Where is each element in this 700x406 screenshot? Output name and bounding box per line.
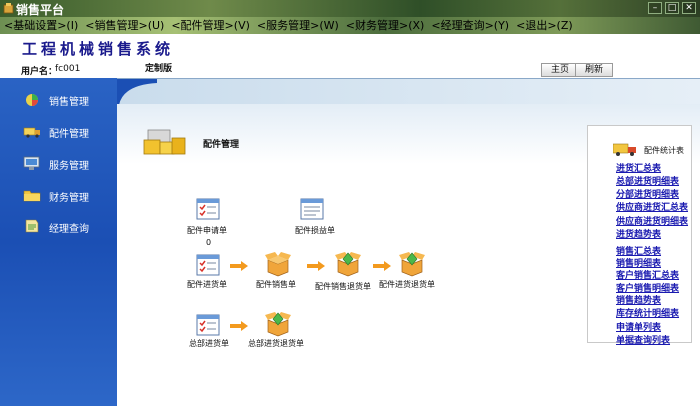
purchase-form-label[interactable]: 配件进货单 bbox=[187, 279, 227, 290]
window-title: 销售平台 bbox=[16, 3, 65, 17]
sidebar-item-manager-query[interactable]: 经理查询 bbox=[0, 214, 117, 240]
sales-form-label[interactable]: 配件销售单 bbox=[256, 279, 296, 290]
parts-boxes-icon bbox=[143, 129, 186, 155]
sidebar-item-label: 销售管理 bbox=[49, 97, 89, 108]
refresh-button[interactable]: 刷新 bbox=[575, 63, 613, 77]
window-controls: – □ ✕ bbox=[648, 2, 696, 14]
service-monitor-icon bbox=[23, 156, 40, 170]
link-supplier-purchase-detail[interactable]: 供应商进货明细表 bbox=[616, 214, 688, 227]
menu-sales[interactable]: <销售管理>(U) bbox=[81, 17, 167, 34]
user-name: fc001 bbox=[55, 64, 81, 74]
form-icon bbox=[196, 198, 220, 220]
link-supplier-purchase-summary[interactable]: 供应商进货汇总表 bbox=[616, 200, 688, 213]
damage-form-label[interactable]: 配件损益单 bbox=[295, 225, 335, 236]
section-title: 配件管理 bbox=[203, 140, 240, 150]
sidebar-item-label: 经理查询 bbox=[49, 224, 89, 235]
apply-form-count: 0 bbox=[206, 238, 212, 247]
app-icon bbox=[3, 3, 14, 14]
minimize-icon[interactable]: – bbox=[648, 2, 662, 14]
form-icon bbox=[196, 314, 220, 336]
app-header: 工程机械销售系统 用户名： fc001 定制版 主页 刷新 bbox=[0, 34, 700, 78]
link-hq-purchase-detail[interactable]: 总部进货明细表 bbox=[616, 174, 679, 187]
edition-label: 定制版 bbox=[145, 64, 173, 74]
arrow-right-icon bbox=[373, 261, 391, 271]
sidebar-item-label: 服务管理 bbox=[49, 161, 89, 172]
sidebar-item-sales[interactable]: 销售管理 bbox=[0, 87, 117, 113]
manager-query-icon bbox=[25, 219, 39, 233]
menu-bar: <基础设置>(I) <销售管理>(U) <配件管理>(V) <服务管理>(W) … bbox=[0, 17, 700, 34]
maximize-icon[interactable]: □ bbox=[665, 2, 679, 14]
form-icon bbox=[196, 254, 220, 276]
corner-curve bbox=[117, 79, 157, 105]
menu-exit[interactable]: <退出>(Z) bbox=[512, 17, 576, 34]
link-branch-purchase-detail[interactable]: 分部进货明细表 bbox=[616, 187, 679, 200]
apply-form-label[interactable]: 配件申请单 bbox=[187, 225, 227, 236]
hq-purchase-form-node[interactable] bbox=[196, 314, 220, 339]
link-sales-trend[interactable]: 销售趋势表 bbox=[616, 293, 661, 306]
purchase-form-node[interactable] bbox=[196, 254, 220, 279]
link-purchase-summary[interactable]: 进货汇总表 bbox=[616, 161, 661, 174]
truck-icon bbox=[613, 143, 636, 156]
sidebar-item-service[interactable]: 服务管理 bbox=[0, 151, 117, 177]
parts-stats-panel: 配件统计表 进货汇总表 总部进货明细表 分部进货明细表 供应商进货汇总表 供应商… bbox=[587, 125, 692, 346]
arrow-right-icon bbox=[230, 261, 248, 271]
main-panel: 配件管理 配件申请单 0 配件损益单 配件进货单 配件销售单 配件销售退货单 配… bbox=[117, 78, 700, 406]
home-button[interactable]: 主页 bbox=[541, 63, 579, 77]
main-top-band bbox=[117, 78, 700, 105]
return-box-icon[interactable] bbox=[335, 251, 361, 277]
sales-return-form-label[interactable]: 配件销售退货单 bbox=[315, 281, 371, 292]
menu-finance[interactable]: <财务管理>(X) bbox=[342, 17, 428, 34]
menu-parts[interactable]: <配件管理>(V) bbox=[167, 17, 253, 34]
apply-form-node[interactable] bbox=[196, 198, 220, 223]
link-customer-sales-summary[interactable]: 客户销售汇总表 bbox=[616, 268, 679, 281]
hq-purchase-return-form-label[interactable]: 总部进货退货单 bbox=[248, 338, 304, 349]
sidebar-item-label: 财务管理 bbox=[49, 193, 89, 204]
sidebar-item-label: 配件管理 bbox=[49, 129, 89, 140]
link-application-list[interactable]: 申请单列表 bbox=[616, 320, 661, 333]
parts-truck-icon bbox=[23, 127, 40, 138]
menu-basic-settings[interactable]: <基础设置>(I) bbox=[0, 17, 81, 34]
title-bar: 销售平台 – □ ✕ bbox=[0, 0, 700, 17]
sales-pie-icon bbox=[26, 94, 38, 106]
form-icon bbox=[300, 198, 324, 220]
close-icon[interactable]: ✕ bbox=[682, 2, 696, 14]
arrow-right-icon bbox=[230, 321, 248, 331]
hq-purchase-form-label[interactable]: 总部进货单 bbox=[189, 338, 229, 349]
open-box-icon[interactable] bbox=[265, 251, 291, 277]
return-box-icon[interactable] bbox=[265, 311, 291, 337]
arrow-right-icon bbox=[307, 261, 325, 271]
purchase-return-form-label[interactable]: 配件进货退货单 bbox=[379, 279, 435, 290]
stats-title: 配件统计表 bbox=[644, 146, 684, 155]
link-inventory-detail[interactable]: 库存统计明细表 bbox=[616, 306, 679, 319]
app-title: 工程机械销售系统 bbox=[22, 40, 175, 58]
damage-form-node[interactable] bbox=[300, 198, 324, 223]
sidebar-item-finance[interactable]: 财务管理 bbox=[0, 183, 117, 209]
menu-service[interactable]: <服务管理>(W) bbox=[253, 17, 342, 34]
link-document-query-list[interactable]: 单据查询列表 bbox=[616, 333, 670, 346]
user-label: 用户名： bbox=[21, 67, 58, 77]
sidebar: 销售管理 配件管理 服务管理 财务管理 经理查询 bbox=[0, 78, 117, 406]
return-box-icon[interactable] bbox=[399, 251, 425, 277]
finance-folder-icon bbox=[23, 190, 41, 202]
menu-manager-query[interactable]: <经理查询>(Y) bbox=[427, 17, 512, 34]
sidebar-item-parts[interactable]: 配件管理 bbox=[0, 119, 117, 145]
link-purchase-trend[interactable]: 进货趋势表 bbox=[616, 227, 661, 240]
